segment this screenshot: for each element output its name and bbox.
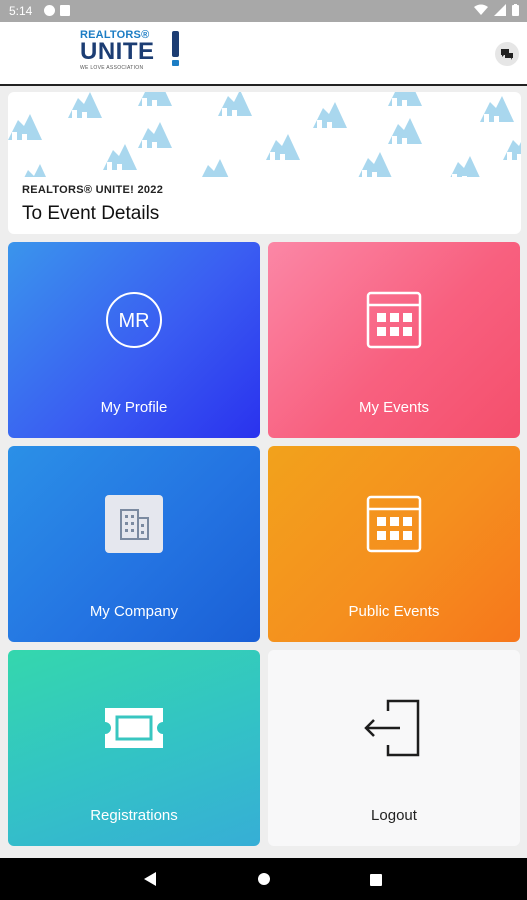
public-events-tile[interactable]: Public Events xyxy=(268,446,520,642)
event-details-link[interactable]: To Event Details xyxy=(22,203,159,225)
app-header: REALTORS® UNITE WE LOVE ASSOCIATION xyxy=(0,22,527,86)
calendar-icon xyxy=(268,494,520,554)
system-icons xyxy=(474,4,519,16)
notification-icon xyxy=(44,5,55,16)
system-nav-bar xyxy=(0,858,527,900)
signal-icon xyxy=(494,4,506,16)
my-company-label: My Company xyxy=(89,603,179,620)
chat-icon xyxy=(501,49,513,60)
sim-card-icon xyxy=(60,5,70,16)
notification-icons xyxy=(44,5,70,16)
logout-label: Logout xyxy=(371,807,417,824)
registrations-label: Registrations xyxy=(90,807,178,824)
calendar-icon xyxy=(268,290,520,350)
recent-apps-icon[interactable] xyxy=(370,874,382,886)
profile-initials: MR xyxy=(118,310,149,332)
building-icon xyxy=(8,494,260,554)
my-events-label: My Events xyxy=(358,399,430,416)
profile-initials-icon: MR xyxy=(8,290,260,350)
ticket-icon xyxy=(8,698,260,758)
logout-icon xyxy=(268,698,520,758)
event-banner-pattern xyxy=(8,92,521,177)
logo-exclamation-icon xyxy=(172,31,180,67)
my-company-tile[interactable]: My Company xyxy=(8,446,260,642)
logout-tile[interactable]: Logout xyxy=(268,650,520,846)
status-bar: 5:14 xyxy=(0,0,527,22)
home-icon[interactable] xyxy=(258,873,270,885)
chat-button[interactable] xyxy=(495,42,519,66)
event-kicker: REALTORS® UNITE! 2022 xyxy=(22,184,164,196)
wifi-icon xyxy=(474,4,488,15)
public-events-label: Public Events xyxy=(348,603,440,620)
back-icon[interactable] xyxy=(144,872,156,886)
battery-icon xyxy=(512,4,519,16)
my-events-tile[interactable]: My Events xyxy=(268,242,520,438)
status-time: 5:14 xyxy=(9,4,33,18)
registrations-tile[interactable]: Registrations xyxy=(8,650,260,846)
my-profile-label: My Profile xyxy=(100,399,168,416)
realtors-unite-logo[interactable]: REALTORS® UNITE WE LOVE ASSOCIATION xyxy=(80,29,190,79)
my-profile-tile[interactable]: MR My Profile xyxy=(8,242,260,438)
event-card[interactable]: REALTORS® UNITE! 2022 To Event Details xyxy=(8,92,521,234)
